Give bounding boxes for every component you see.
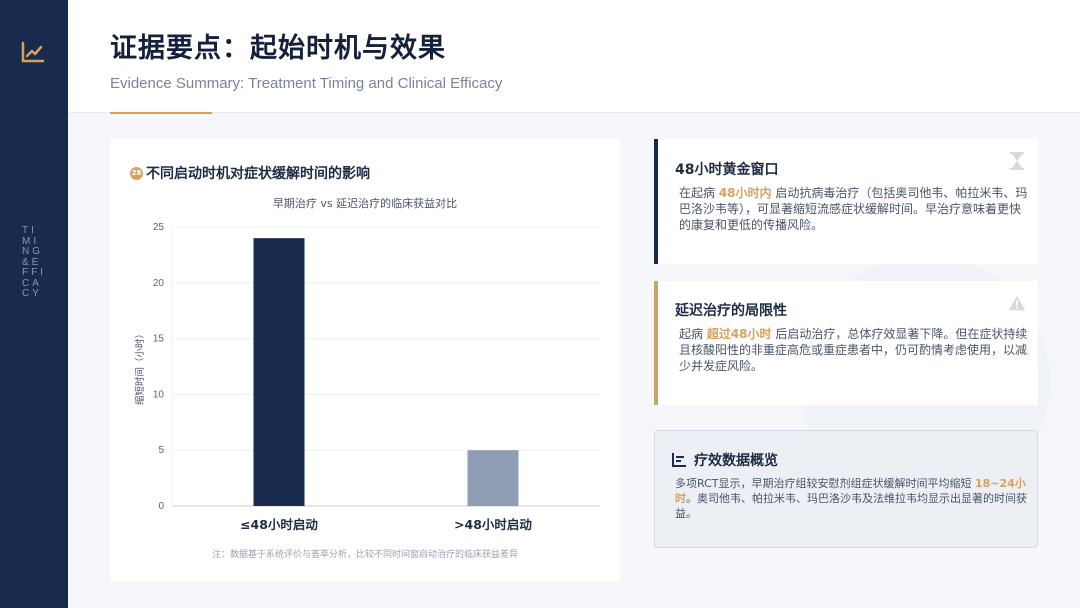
- sidebar: TIMING&EFFICACY: [0, 0, 68, 608]
- x-axis-labels: ≤48小时启动 >48小时启动: [240, 517, 532, 532]
- bar-stats-icon: [672, 453, 686, 467]
- chart-bars: [253, 238, 519, 506]
- delayed-treatment-title: 延迟治疗的局限性: [675, 303, 787, 319]
- bar-chart: 早期治疗 vs 延迟治疗的临床获益对比 0510152025 缩短时间（小时） …: [134, 196, 600, 560]
- y-tick-label: 0: [158, 501, 164, 512]
- delayed-highlight: 超过48小时: [706, 327, 772, 341]
- y-tick-label: 15: [153, 334, 165, 345]
- efficacy-stats-card: 疗效数据概览 多项RCT显示，早期治疗组较安慰剂组症状缓解时间平均缩短 18~2…: [654, 430, 1038, 548]
- delayed-treatment-card: 延迟治疗的局限性 起病 超过48小时 后启动治疗，总体疗效显著下降。但在症状持续…: [654, 281, 1038, 405]
- y-tick-label: 10: [153, 389, 165, 400]
- stats-body-pre: 多项RCT显示，早期治疗组较安慰剂组症状缓解时间平均缩短: [675, 477, 975, 490]
- y-tick-label: 5: [158, 445, 164, 456]
- efficacy-stats-body: 多项RCT显示，早期治疗组较安慰剂组症状缓解时间平均缩短 18~24小时。奥司他…: [675, 476, 1027, 521]
- golden-window-body: 在起病 48小时内 启动抗病毒治疗（包括奥司他韦、帕拉米韦、玛巴洛沙韦等），可显…: [679, 185, 1029, 233]
- chart-title: 早期治疗 vs 延迟治疗的临床获益对比: [273, 196, 457, 210]
- x-tick-label: ≤48小时启动: [240, 517, 318, 532]
- page-header: 证据要点：起始时机与效果 Evidence Summary: Treatment…: [68, 0, 1080, 113]
- efficacy-stats-head: 疗效数据概览: [672, 450, 778, 470]
- warning-icon: [1008, 295, 1026, 311]
- chart-footnote: 注：数据基于系统评价与荟萃分析，比较不同时间窗启动治疗的临床获益差异: [212, 548, 518, 560]
- delayed-treatment-body: 起病 超过48小时 后启动治疗，总体疗效显著下降。但在症状持续且核酸阳性的非重症…: [679, 326, 1031, 374]
- golden-window-title: 48小时黄金窗口: [675, 162, 779, 178]
- y-tick-label: 20: [153, 278, 165, 289]
- title-accent-line: [110, 112, 212, 114]
- golden-window-body-pre: 在起病: [679, 186, 719, 200]
- chart-gridlines: [171, 226, 600, 507]
- sidebar-vertical-text: TIMING&EFFICACY: [22, 225, 46, 299]
- page-subtitle: Evidence Summary: Treatment Timing and C…: [110, 75, 503, 92]
- y-axis-ticks: 0 5 10 15 20 25: [153, 222, 165, 512]
- golden-window-card: 48小时黄金窗口 在起病 48小时内 启动抗病毒治疗（包括奥司他韦、帕拉米韦、玛…: [654, 139, 1038, 264]
- efficacy-stats-title: 疗效数据概览: [694, 453, 778, 469]
- hourglass-icon: [1010, 152, 1024, 170]
- y-axis-label: 缩短时间（小时）: [134, 329, 146, 405]
- bar: [253, 238, 305, 506]
- bar: [467, 450, 519, 506]
- line-chart-icon: [21, 41, 45, 63]
- stats-body-post: 。奥司他韦、帕拉米韦、玛巴洛沙韦及法维拉韦均显示出显著的时间获益。: [675, 492, 1027, 520]
- chart-card: 28 不同启动时机对症状缓解时间的影响 早期治疗 vs 延迟治疗的临床获益对比 …: [110, 139, 620, 581]
- page-title: 证据要点：起始时机与效果: [110, 33, 446, 64]
- x-tick-label: >48小时启动: [454, 517, 532, 532]
- y-tick-label: 25: [153, 222, 165, 233]
- delayed-body-pre: 起病: [679, 327, 707, 341]
- golden-window-highlight: 48小时内: [718, 186, 772, 200]
